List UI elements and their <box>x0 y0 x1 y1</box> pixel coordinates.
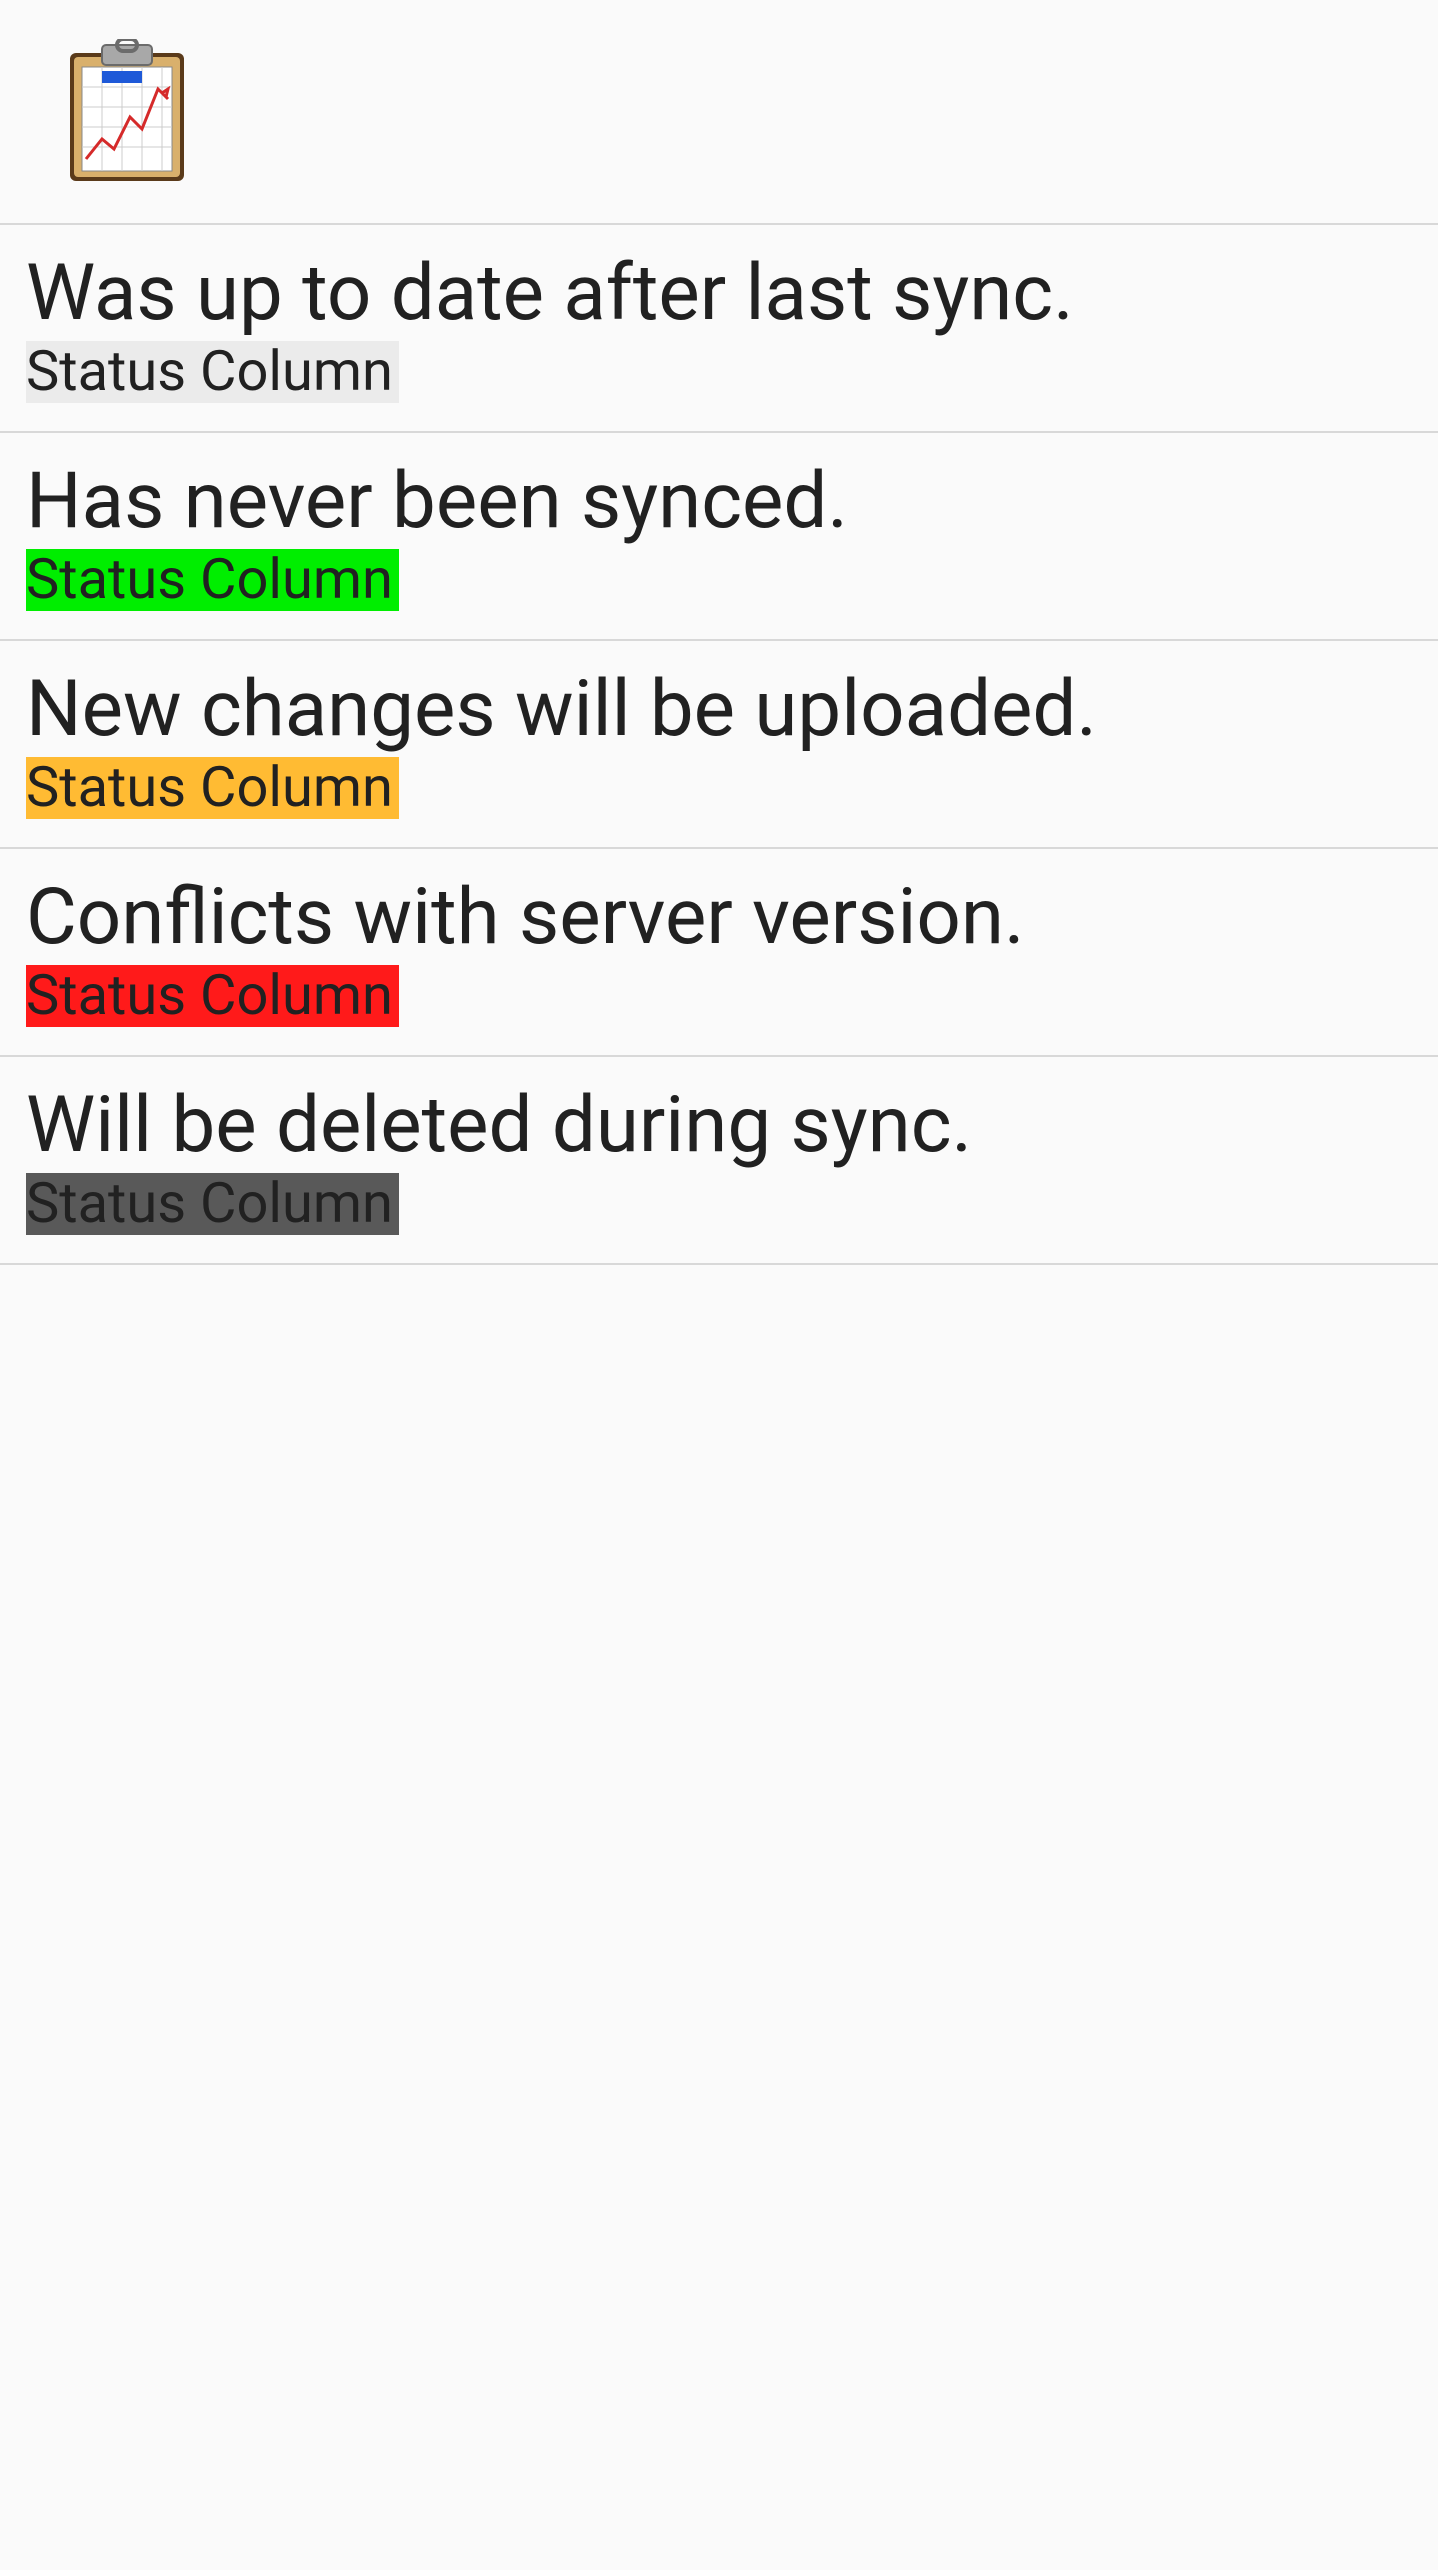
status-badge: Status Column <box>26 549 399 611</box>
list-item[interactable]: Has never been synced. Status Column <box>0 433 1438 641</box>
item-title: Conflicts with server version. <box>26 879 1412 957</box>
status-legend-list: Was up to date after last sync. Status C… <box>0 225 1438 1265</box>
status-badge: Status Column <box>26 341 399 403</box>
clipboard-report-icon[interactable] <box>62 39 192 184</box>
status-badge: Status Column <box>26 757 399 819</box>
list-item[interactable]: Will be deleted during sync. Status Colu… <box>0 1057 1438 1265</box>
status-badge: Status Column <box>26 965 399 1027</box>
item-title: Will be deleted during sync. <box>26 1087 1412 1165</box>
list-item[interactable]: Conflicts with server version. Status Co… <box>0 849 1438 1057</box>
list-item[interactable]: Was up to date after last sync. Status C… <box>0 225 1438 433</box>
list-item[interactable]: New changes will be uploaded. Status Col… <box>0 641 1438 849</box>
item-title: Has never been synced. <box>26 463 1412 541</box>
status-badge: Status Column <box>26 1173 399 1235</box>
item-title: New changes will be uploaded. <box>26 671 1412 749</box>
app-bar <box>0 0 1438 225</box>
item-title: Was up to date after last sync. <box>26 255 1412 333</box>
